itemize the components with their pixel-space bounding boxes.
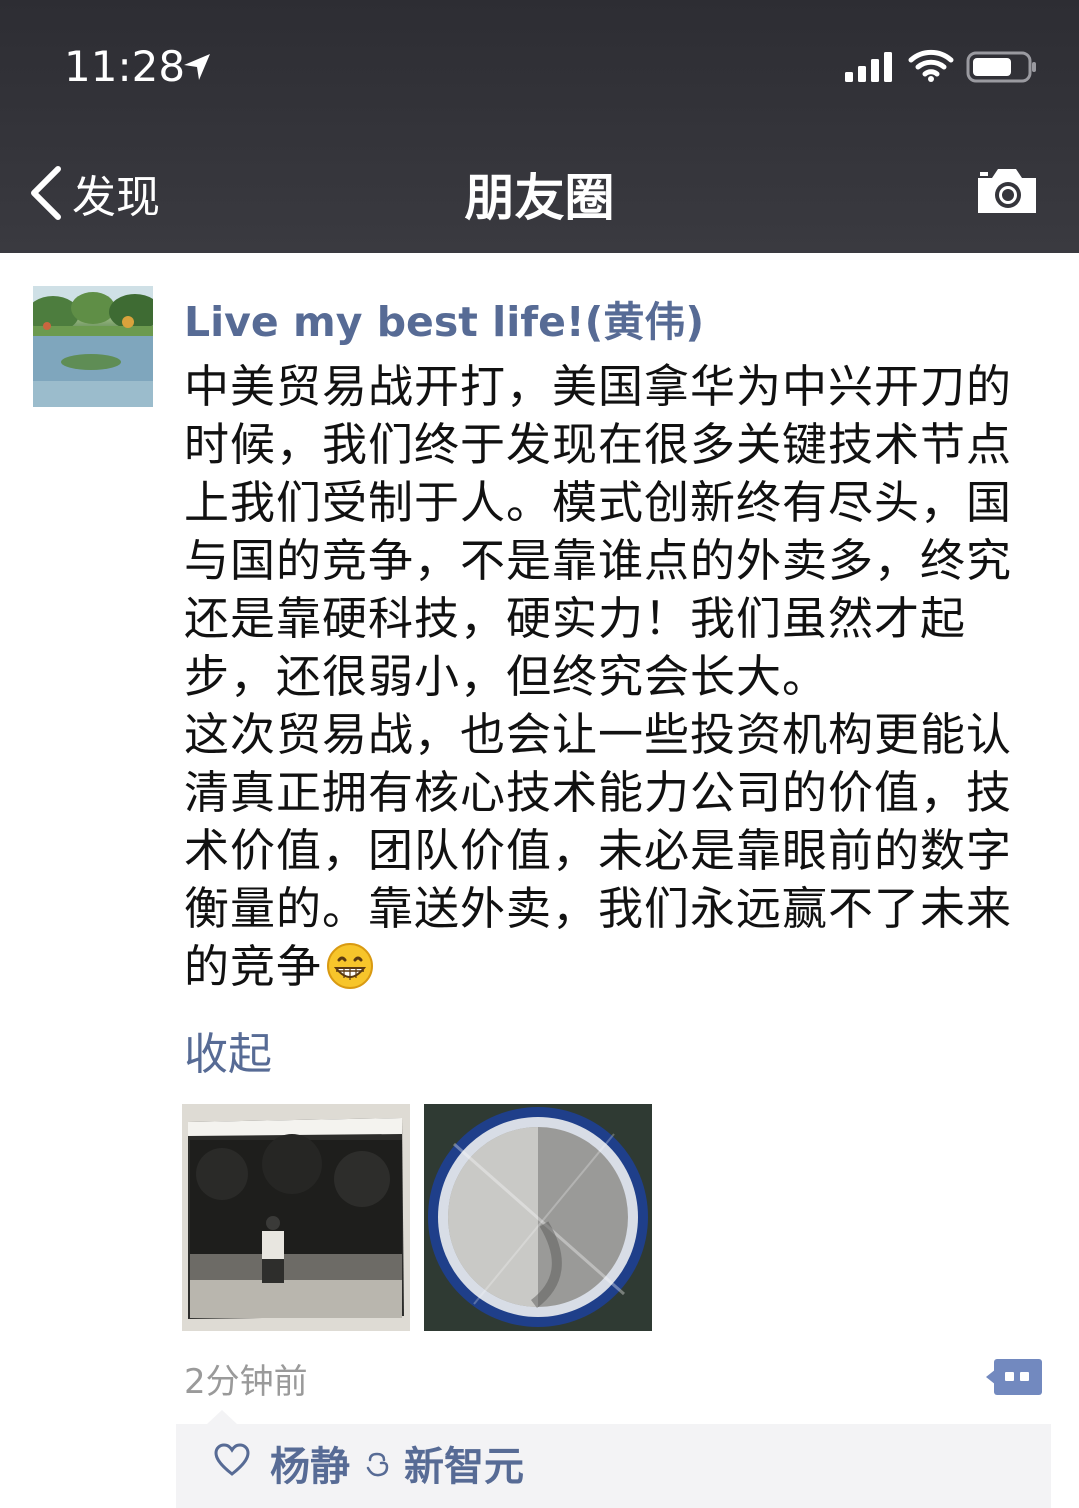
- comment-more-icon[interactable]: [986, 1357, 1042, 1397]
- liker-name-2[interactable]: 新智元: [404, 1434, 524, 1492]
- liker-name-1[interactable]: 杨静: [270, 1434, 350, 1492]
- post-photo-1[interactable]: [182, 1104, 410, 1331]
- collapse-link[interactable]: 收起: [184, 1018, 272, 1082]
- old-photo-image: [182, 1104, 410, 1331]
- page-title: 朋友圈: [464, 169, 615, 227]
- round-plate-image: [424, 1104, 652, 1331]
- grinning-face-emoji-icon: [327, 943, 374, 989]
- post-timestamp: 2分钟前: [184, 1362, 308, 1402]
- camera-icon[interactable]: [974, 166, 1040, 216]
- likes-pointer: [206, 1410, 238, 1425]
- post-photo-2[interactable]: [424, 1104, 652, 1331]
- navigation-bar: 11:28 发现 朋友圈: [0, 0, 1079, 253]
- author-name[interactable]: Live my best life!(黄伟): [184, 288, 704, 348]
- wifi-icon: [908, 49, 954, 82]
- battery-icon: [966, 51, 1036, 83]
- swirl-separator-icon: [366, 1452, 389, 1477]
- post-body: 中美贸易战开打，美国拿华为中兴开刀的 时候，我们终于发现在很多关键技术节点 上我…: [184, 360, 1013, 993]
- avatar-landscape-image: [33, 286, 153, 407]
- avatar[interactable]: [33, 286, 153, 407]
- heart-icon: [214, 1443, 250, 1476]
- post-text: 中美贸易战开打，美国拿华为中兴开刀的 时候，我们终于发现在很多关键技术节点 上我…: [184, 358, 1034, 996]
- location-arrow-icon: [184, 54, 210, 80]
- cellular-signal-icon: [845, 52, 892, 82]
- status-time: 11:28: [64, 42, 186, 91]
